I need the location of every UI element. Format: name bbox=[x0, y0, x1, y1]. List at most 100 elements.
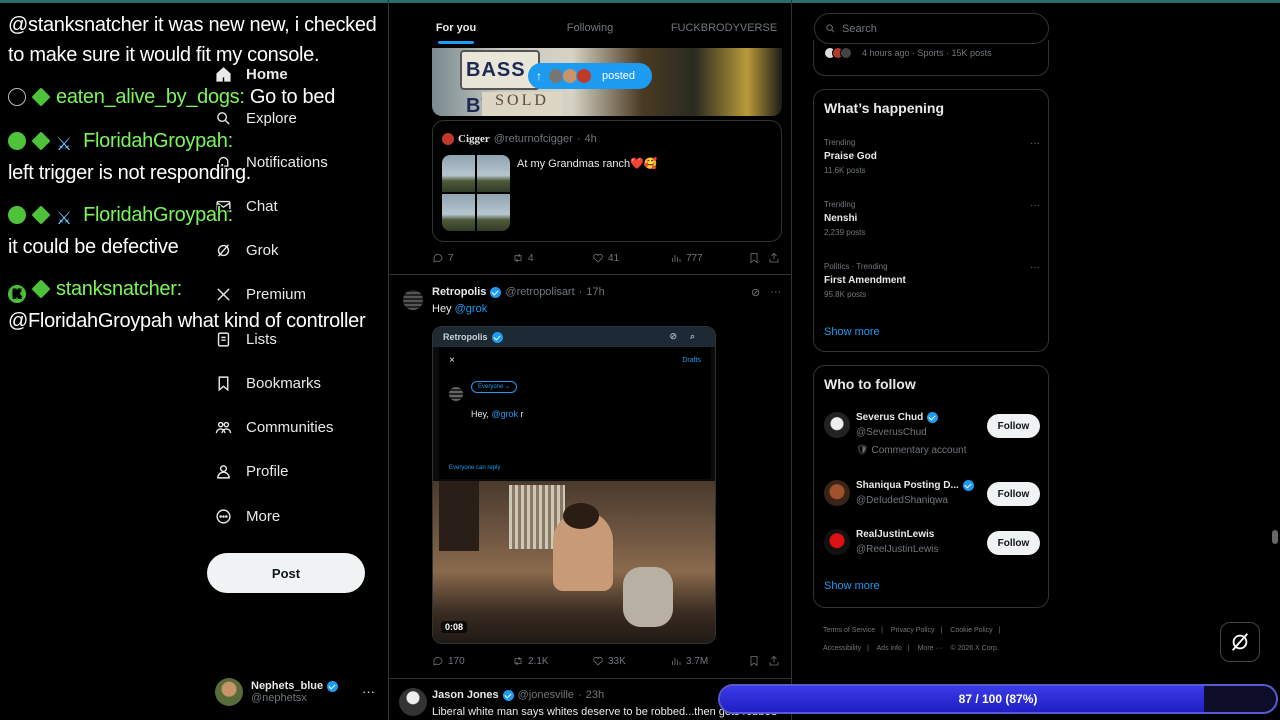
sold-sign: SOLD bbox=[482, 92, 562, 116]
show-more-link[interactable]: Show more bbox=[824, 580, 880, 592]
nav-item-bookmarks[interactable]: Bookmarks bbox=[214, 369, 321, 397]
sword-badge-icon: ⚔ bbox=[56, 134, 72, 154]
quote-image[interactable] bbox=[442, 155, 475, 192]
avatar[interactable] bbox=[403, 290, 423, 310]
avatar bbox=[449, 387, 463, 401]
who-to-follow-panel: Who to follow Severus Chud @SeverusChud … bbox=[813, 365, 1049, 608]
nav-item-premium[interactable]: Premium bbox=[214, 280, 306, 308]
chat-message: it could be defective bbox=[8, 236, 179, 258]
quoted-tweet[interactable]: Cigger @returnofcigger · 4h At my Grandm… bbox=[432, 120, 782, 242]
nav-item-notifications[interactable]: Notifications bbox=[214, 148, 328, 176]
nav-item-grok[interactable]: Grok bbox=[214, 236, 279, 264]
avatar bbox=[576, 68, 592, 84]
more-horizontal-icon[interactable]: ··· bbox=[1030, 200, 1040, 211]
quote-image[interactable] bbox=[477, 155, 510, 192]
share-button[interactable] bbox=[768, 252, 780, 264]
footer-link[interactable]: Terms of Service bbox=[823, 627, 875, 634]
share-button[interactable] bbox=[768, 655, 780, 667]
tweet-divider bbox=[389, 274, 791, 275]
new-posts-pill[interactable]: ↑ posted bbox=[528, 63, 652, 89]
more-horizontal-icon[interactable]: ··· bbox=[770, 286, 781, 299]
quote-avatar bbox=[442, 133, 454, 145]
scrollbar-thumb[interactable] bbox=[1272, 530, 1278, 544]
tweet-actions: 7 4 41 777 bbox=[432, 252, 782, 268]
follow-suggestion[interactable]: RealJustinLewis @ReelJustinLewis Follow bbox=[824, 529, 1040, 573]
mention-link[interactable]: @grok bbox=[455, 303, 488, 315]
tab-following[interactable]: Following bbox=[523, 0, 657, 48]
nav-item-profile[interactable]: Profile bbox=[214, 457, 289, 485]
progress-label: 87 / 100 (87%) bbox=[958, 692, 1038, 706]
badge-icon bbox=[8, 206, 26, 224]
views-button[interactable]: 777 bbox=[670, 252, 703, 264]
x-logo-icon bbox=[214, 285, 232, 303]
follow-suggestion[interactable]: Severus Chud @SeverusChud 🛡 Commentary a… bbox=[824, 412, 1040, 456]
nav-item-communities[interactable]: Communities bbox=[214, 413, 334, 441]
trend-item[interactable]: Trending Praise God 11.6K posts ··· bbox=[824, 138, 1040, 175]
nav-item-home[interactable]: Home bbox=[214, 60, 288, 88]
footer-link[interactable]: Privacy Policy bbox=[891, 627, 935, 634]
tweet-author-name[interactable]: Retropolis bbox=[432, 286, 486, 298]
like-button[interactable]: 41 bbox=[592, 252, 619, 264]
follow-suggestion[interactable]: Shaniqua Posting D... @DeIudedShaniqwa F… bbox=[824, 480, 1040, 524]
sidebar-nav: Home Explore Notifications Chat Grok Pre… bbox=[200, 0, 388, 720]
search-icon bbox=[826, 24, 835, 33]
arrow-up-icon: ↑ bbox=[536, 69, 542, 83]
nav-label: Grok bbox=[246, 241, 279, 259]
repost-button[interactable]: 4 bbox=[512, 252, 534, 264]
nav-item-lists[interactable]: Lists bbox=[214, 325, 277, 353]
bell-icon bbox=[214, 153, 232, 171]
verified-badge-icon bbox=[327, 680, 339, 692]
grok-floating-button[interactable] bbox=[1220, 622, 1260, 662]
person-icon bbox=[214, 462, 232, 480]
tweet-divider bbox=[389, 678, 791, 679]
tab-for-you[interactable]: For you bbox=[389, 0, 523, 48]
like-button[interactable]: 33K bbox=[592, 655, 626, 667]
repost-icon bbox=[514, 656, 522, 666]
search-input[interactable] bbox=[842, 22, 1032, 35]
more-horizontal-icon[interactable]: ··· bbox=[362, 684, 375, 699]
show-more-link[interactable]: Show more bbox=[824, 326, 880, 338]
panel-title: What’s happening bbox=[824, 100, 945, 116]
more-horizontal-icon[interactable]: ··· bbox=[1030, 138, 1040, 149]
footer-link[interactable]: Cookie Policy bbox=[950, 627, 992, 634]
bookmark-button[interactable] bbox=[748, 655, 760, 667]
reply-button[interactable]: 7 bbox=[432, 252, 454, 264]
verified-badge-icon bbox=[490, 286, 502, 298]
avatar[interactable] bbox=[399, 688, 427, 716]
repost-icon bbox=[514, 253, 522, 263]
video-overlay-header: Retropolis ⊘ ⌕ bbox=[433, 327, 715, 347]
quote-image[interactable] bbox=[442, 194, 475, 231]
tweet-actions: 170 2.1K 33K 3.7M bbox=[432, 655, 782, 671]
nav-item-more[interactable]: More bbox=[214, 502, 280, 530]
avatar bbox=[824, 480, 850, 506]
footer-link[interactable]: Accessibility bbox=[823, 645, 861, 652]
tweet-author-name[interactable]: Jason Jones bbox=[432, 689, 499, 701]
grok-icon[interactable]: ⊘ bbox=[751, 286, 760, 299]
quote-image[interactable] bbox=[477, 194, 510, 231]
nav-label: Lists bbox=[246, 330, 277, 348]
account-switcher[interactable]: Nephets_blue @nephetsx ··· bbox=[215, 676, 375, 708]
repost-button[interactable]: 2.1K bbox=[512, 655, 549, 667]
reply-button[interactable]: 170 bbox=[432, 655, 465, 667]
nav-item-chat[interactable]: Chat bbox=[214, 192, 278, 220]
nav-item-explore[interactable]: Explore bbox=[214, 104, 297, 132]
follow-button[interactable]: Follow bbox=[987, 482, 1040, 506]
follow-button[interactable]: Follow bbox=[987, 414, 1040, 438]
bookmark-button[interactable] bbox=[748, 252, 760, 264]
more-horizontal-icon[interactable]: ··· bbox=[1030, 262, 1040, 273]
tweet-video[interactable]: Retropolis ⊘ ⌕ × Drafts Everyone ⌄ Hey, … bbox=[432, 326, 716, 644]
footer-link[interactable]: Ads info bbox=[877, 645, 902, 652]
home-icon bbox=[214, 65, 232, 83]
footer-link[interactable]: More ··· bbox=[918, 645, 943, 652]
tab-custom-feed[interactable]: FUCKBRODYVERSE bbox=[657, 0, 791, 48]
trend-item[interactable]: Trending Nenshi 2,239 posts ··· bbox=[824, 200, 1040, 237]
timeline-tabs: For you Following FUCKBRODYVERSE bbox=[389, 0, 791, 48]
follow-button[interactable]: Follow bbox=[987, 531, 1040, 555]
trend-item[interactable]: Politics · Trending First Amendment 95.8… bbox=[824, 262, 1040, 299]
views-button[interactable]: 3.7M bbox=[670, 655, 708, 667]
trending-event-card[interactable]: 4 hours ago · Sports · 15K posts bbox=[813, 40, 1049, 76]
quote-image-grid[interactable] bbox=[442, 155, 510, 231]
bookmark-icon bbox=[750, 656, 758, 667]
post-button[interactable]: Post bbox=[207, 553, 365, 593]
nav-label: More bbox=[246, 507, 281, 525]
